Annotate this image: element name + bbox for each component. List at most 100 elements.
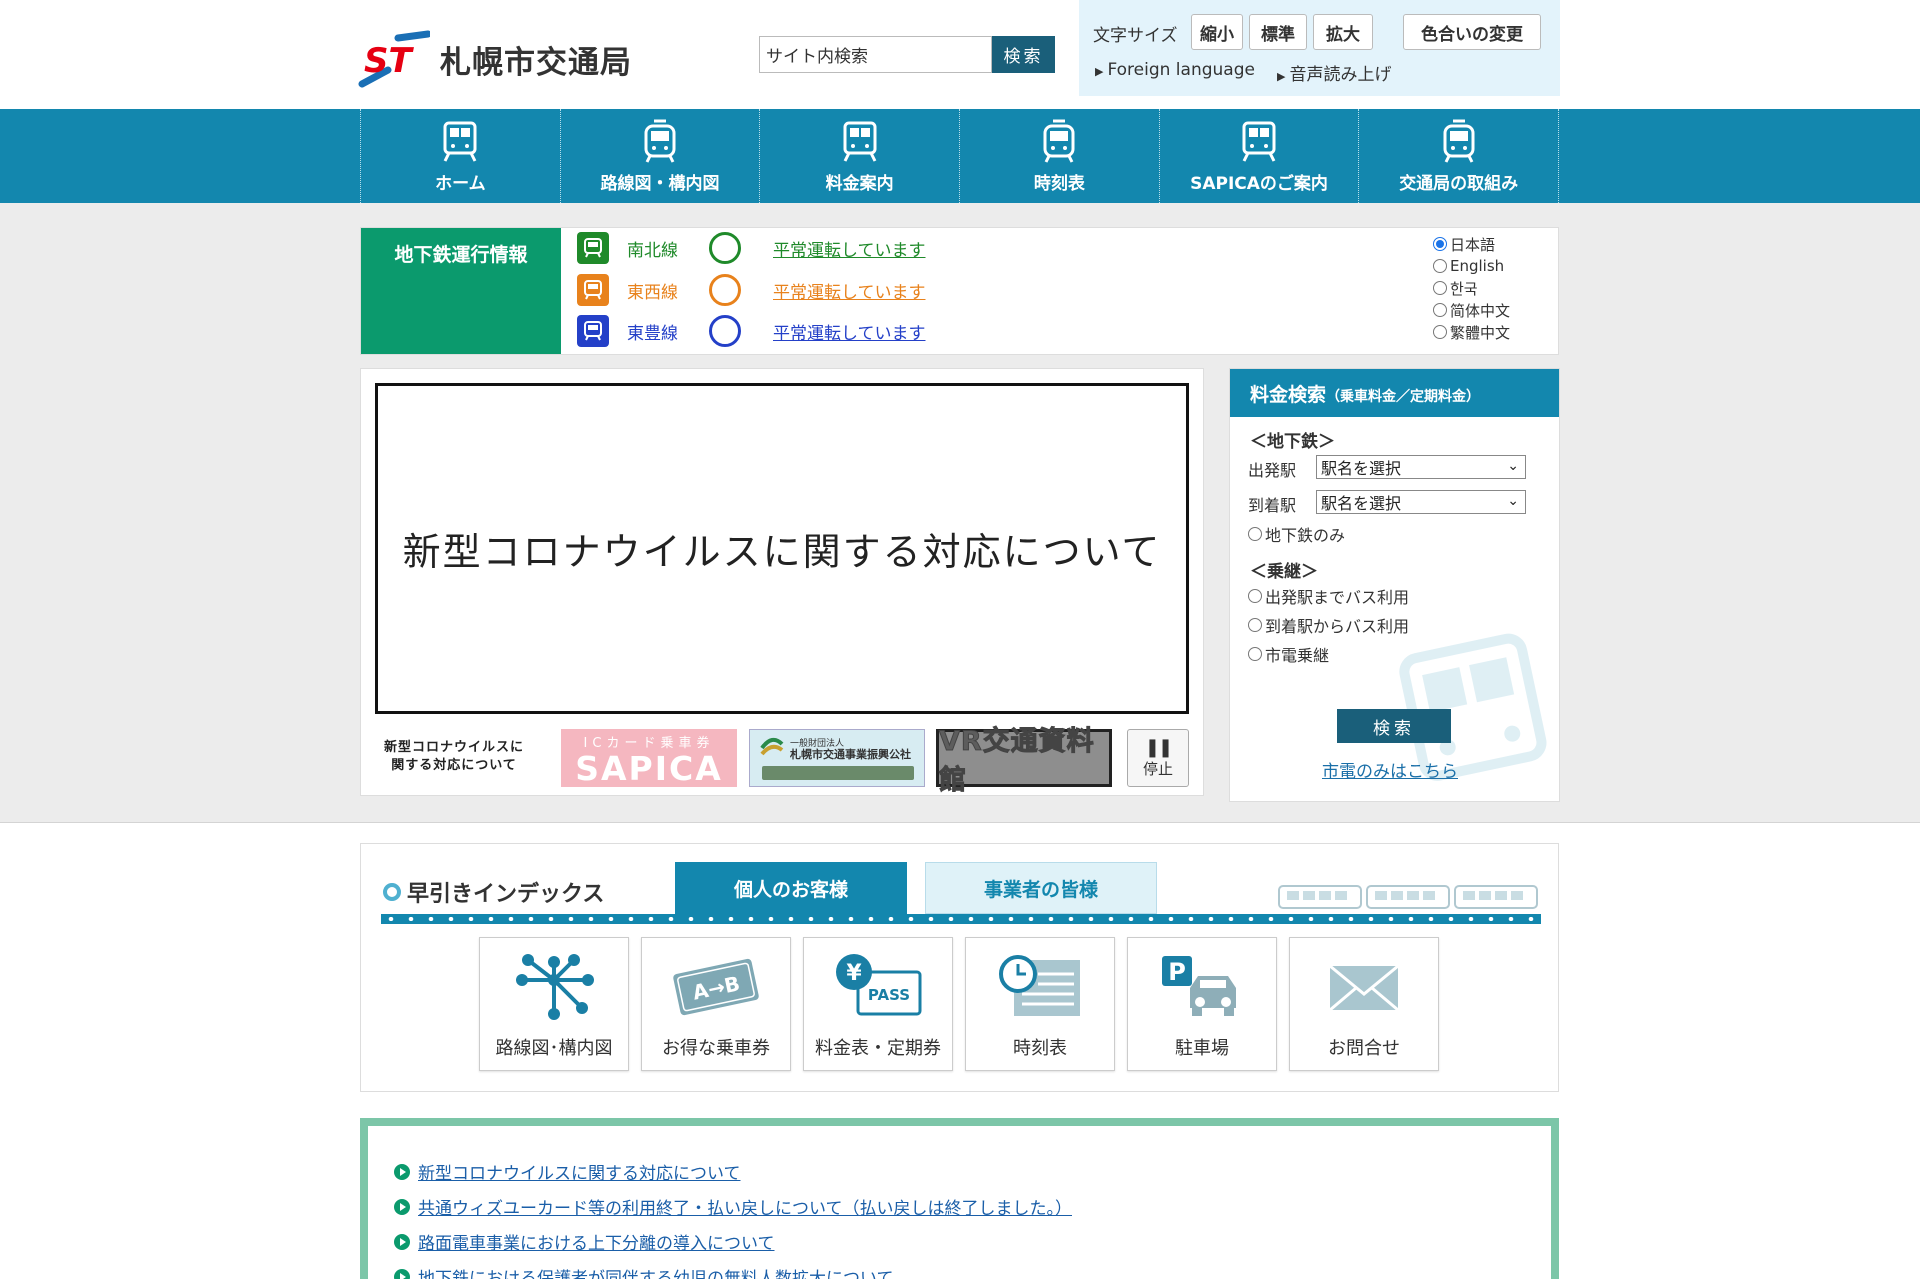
- quick-item-parking[interactable]: P 駐車場: [1127, 937, 1277, 1071]
- foreign-language-link[interactable]: ▶ Foreign language: [1095, 60, 1255, 80]
- search-input[interactable]: サイト内検索: [759, 36, 992, 73]
- news-link[interactable]: 新型コロナウイルスに関する対応について: [418, 1159, 741, 1184]
- radio-button[interactable]: [1433, 259, 1447, 273]
- site-search: サイト内検索 検索: [759, 36, 1055, 73]
- quick-item-contact[interactable]: お問合せ: [1289, 937, 1439, 1071]
- radio-button[interactable]: [1248, 618, 1262, 632]
- nav-item-sapica[interactable]: SAPICAのご案内: [1160, 109, 1360, 203]
- language-option-ja[interactable]: 日本語: [1433, 233, 1510, 255]
- nav-item-home[interactable]: ホーム: [361, 109, 561, 203]
- timetable-icon: [999, 955, 1080, 1016]
- slide-banner[interactable]: 新型コロナウイルスに関する対応について: [375, 383, 1189, 714]
- nav-item-route-map[interactable]: 路線図・構内図: [561, 109, 761, 203]
- language-label: English: [1450, 257, 1505, 275]
- nav-item-timetable[interactable]: 時刻表: [960, 109, 1160, 203]
- quick-index-title: 早引きインデックス: [383, 876, 604, 908]
- subway-line-icon: [577, 232, 609, 264]
- news-link[interactable]: 共通ウィズユーカード等の利用終了・払い戻しについて（払い戻しは終了しました。）: [418, 1194, 1072, 1219]
- tab-personal[interactable]: 個人のお客様: [675, 862, 907, 914]
- line-row-namboku: 南北線 平常運転しています: [577, 231, 926, 265]
- quick-item-label: お得な乗車券: [662, 1038, 770, 1059]
- streetcar-transfer-option[interactable]: 市電乗継: [1248, 642, 1329, 666]
- arrow-bullet-icon: [394, 1233, 410, 1250]
- rail-divider: [381, 914, 1541, 924]
- quick-item-timetable[interactable]: 時刻表: [965, 937, 1115, 1071]
- subway-car-icon: [1242, 121, 1276, 162]
- nav-item-fare[interactable]: 料金案内: [760, 109, 961, 203]
- slide-thumb-covid[interactable]: 新型コロナウイルスに関する対応について: [379, 729, 529, 787]
- line-status-link[interactable]: 平常運転しています: [773, 278, 926, 303]
- news-link[interactable]: 地下鉄における保護者が同伴する幼児の無料人数拡大について: [418, 1264, 894, 1279]
- slide-thumb-vr[interactable]: VR交通資料館: [936, 726, 1112, 797]
- font-size-small-button[interactable]: 縮小: [1191, 14, 1243, 50]
- subway-only-label: 地下鉄のみ: [1265, 526, 1346, 545]
- news-panel: 新型コロナウイルスに関する対応について 共通ウィズユーカード等の利用終了・払い戻…: [360, 1118, 1559, 1279]
- nav-label: SAPICAのご案内: [1190, 173, 1328, 194]
- bus-to-departure-option[interactable]: 出発駅までバス利用: [1248, 584, 1409, 608]
- streetcar-only-link[interactable]: 市電のみはこちら: [1322, 757, 1458, 782]
- language-option-zh-hant[interactable]: 繁體中文: [1433, 321, 1510, 343]
- read-aloud-label: 音声読み上げ: [1289, 65, 1392, 85]
- radio-button[interactable]: [1433, 303, 1447, 317]
- radio-button[interactable]: [1433, 325, 1447, 339]
- nav-label: 料金案内: [825, 173, 894, 194]
- foreign-language-label: Foreign language: [1107, 60, 1255, 80]
- global-nav-list: ホーム 路線図・構内図 料金案内 時刻表 SAPICAのご案内 交通局の取組み: [360, 109, 1560, 203]
- language-option-zh-hans[interactable]: 简体中文: [1433, 299, 1510, 321]
- radio-button[interactable]: [1248, 647, 1262, 661]
- bus-from-arrival-option[interactable]: 到着駅からバス利用: [1248, 613, 1409, 637]
- pause-label: 停止: [1142, 760, 1173, 778]
- subway-only-option[interactable]: 地下鉄のみ: [1248, 522, 1345, 546]
- bus-from-arrival-label: 到着駅からバス利用: [1265, 617, 1410, 636]
- radio-button[interactable]: [1248, 527, 1262, 541]
- subway-operation-info: 地下鉄運行情報 南北線 平常運転しています 東西線 平常運転しています 東豊線 …: [360, 227, 1559, 355]
- nav-label: 時刻表: [1033, 173, 1085, 194]
- radio-button[interactable]: [1248, 589, 1262, 603]
- radio-button[interactable]: [1433, 281, 1447, 295]
- news-link[interactable]: 路面電車事業における上下分離の導入について: [418, 1229, 775, 1254]
- quick-index: 早引きインデックス 個人のお客様 事業者の皆様 路線図･構内図 A→B お得な乗…: [360, 843, 1559, 1092]
- departure-station-select[interactable]: 駅名を選択 ⌄: [1316, 455, 1526, 479]
- subway-heading: ＜地下鉄＞: [1250, 432, 1335, 452]
- arrival-station-select[interactable]: 駅名を選択 ⌄: [1316, 490, 1526, 514]
- quick-item-fares[interactable]: PASS ¥ 料金表・定期券: [803, 937, 953, 1071]
- slide-thumb-kosha[interactable]: 一般財団法人 札幌市交通事業振興公社: [749, 729, 925, 787]
- subway-line-icon: [577, 315, 609, 347]
- fare-search-button[interactable]: 検索: [1337, 709, 1451, 743]
- tab-business[interactable]: 事業者の皆様: [925, 862, 1157, 914]
- quick-item-label: お問合せ: [1328, 1038, 1400, 1059]
- radio-button[interactable]: [1433, 237, 1447, 251]
- line-name: 東西線: [627, 282, 678, 303]
- transfer-heading: ＜乗継＞: [1250, 562, 1318, 582]
- quick-item-label: 時刻表: [1013, 1038, 1067, 1059]
- nav-label: 路線図・構内図: [600, 173, 720, 194]
- slide-text: 新型コロナウイルスに関する対応について: [402, 530, 1162, 574]
- site-logo[interactable]: ST 札幌市交通局: [358, 30, 632, 88]
- logo-letter-s: ST: [364, 41, 414, 81]
- subway-car-icon: [843, 121, 877, 162]
- slide-thumb-sapica[interactable]: ICカード乗車券 SAPICA: [561, 729, 737, 787]
- quick-item-tickets[interactable]: A→B お得な乗車券: [641, 937, 791, 1071]
- sapica-title: SAPICA: [575, 749, 723, 788]
- read-aloud-link[interactable]: ▶ 音声読み上げ: [1277, 60, 1391, 85]
- pass-text: PASS: [868, 986, 910, 1004]
- line-status-link[interactable]: 平常運転しています: [773, 236, 926, 261]
- color-change-button[interactable]: 色合いの変更: [1403, 14, 1541, 50]
- circle-bullet-icon: [383, 883, 401, 901]
- font-size-large-button[interactable]: 拡大: [1313, 14, 1373, 50]
- line-status-link[interactable]: 平常運転しています: [773, 319, 926, 344]
- kosha-logo-icon: [760, 737, 784, 756]
- font-size-standard-button[interactable]: 標準: [1249, 14, 1307, 50]
- search-button[interactable]: 検索: [992, 36, 1055, 73]
- nav-item-initiatives[interactable]: 交通局の取組み: [1359, 109, 1560, 203]
- language-option-ko[interactable]: 한국: [1433, 277, 1510, 299]
- quick-item-route-map[interactable]: 路線図･構内図: [479, 937, 629, 1071]
- slideshow: 新型コロナウイルスに関する対応について 新型コロナウイルスに関する対応について …: [360, 368, 1204, 797]
- sapica-subtitle: ICカード乗車券: [583, 736, 715, 751]
- parking-icon: P: [1162, 956, 1236, 1016]
- language-label: 繁體中文: [1450, 323, 1511, 342]
- line-name: 南北線: [627, 240, 678, 261]
- fare-title-sub: （乗車料金／定期料金）: [1326, 389, 1481, 405]
- slideshow-pause-button[interactable]: ❚❚ 停止: [1127, 729, 1189, 787]
- language-option-en[interactable]: English: [1433, 255, 1510, 277]
